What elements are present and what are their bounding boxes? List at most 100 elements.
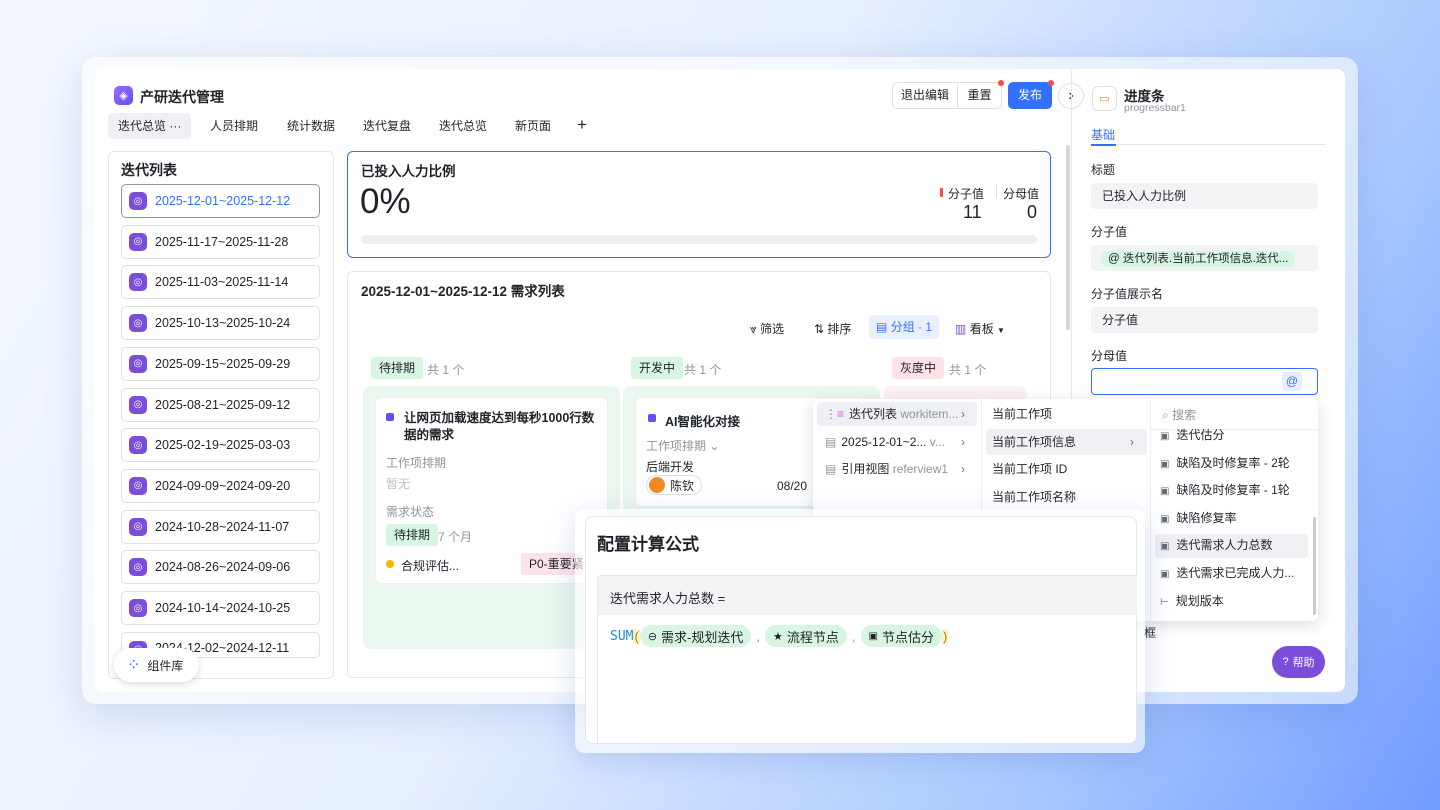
formula-dialog-title: 配置计算公式 bbox=[597, 535, 699, 554]
requirement-type-icon bbox=[386, 413, 394, 421]
number-icon: ▣ bbox=[868, 630, 878, 642]
number-field-icon: ▣ bbox=[1160, 569, 1170, 580]
publish-button[interactable]: 发布 bbox=[1008, 82, 1052, 109]
number-field-icon: ▣ bbox=[1160, 541, 1170, 553]
assignee-name: 陈钦 bbox=[670, 478, 695, 493]
iteration-icon: ◎ bbox=[129, 192, 147, 210]
formula-expression: SUM ( ⊖ 需求-规划迭代 , ★ 流程节点 , ▣ 节点估分 ) bbox=[610, 625, 949, 647]
iteration-item[interactable]: ◎ 2025-11-17~2025-11-28 bbox=[121, 224, 320, 259]
variable-field-item[interactable]: 当前工作项 ID bbox=[992, 456, 1142, 482]
value-label: 迭代需求已完成人力... bbox=[1176, 566, 1295, 580]
insert-variable-at-icon[interactable]: @ bbox=[1282, 372, 1302, 391]
search-placeholder: 搜索 bbox=[1172, 408, 1197, 422]
variable-field-item[interactable]: 当前工作项 bbox=[992, 401, 1142, 427]
search-icon: ⌕ bbox=[1162, 408, 1169, 422]
iteration-icon: ◎ bbox=[129, 354, 147, 373]
duration-text: 7 个月 bbox=[438, 530, 473, 544]
iteration-icon: ◎ bbox=[129, 517, 147, 536]
help-button[interactable]: ? 帮助 bbox=[1272, 646, 1325, 678]
variable-source-item[interactable]: ⋮≡ 迭代列表 workitem... › bbox=[825, 401, 973, 427]
divider bbox=[996, 185, 997, 198]
kanban-view-button[interactable]: ▥ 看板 ▼ bbox=[955, 320, 1005, 337]
iteration-icon: ◎ bbox=[129, 273, 147, 292]
iteration-item[interactable]: ◎ 2025-02-19~2025-03-03 bbox=[121, 428, 320, 463]
numerator-label: 分子值 bbox=[948, 187, 985, 201]
variable-value-item[interactable]: ▣ 缺陷修复率 bbox=[1160, 505, 1308, 531]
field-label: 当前工作项 bbox=[992, 407, 1053, 421]
function-name: SUM bbox=[610, 628, 634, 644]
schedule-label-text: 工作项排期 bbox=[646, 439, 707, 453]
value-label: 缺陷及时修复率 - 2轮 bbox=[1176, 455, 1290, 470]
reset-unsaved-dot bbox=[998, 80, 1004, 86]
numerator-field[interactable]: @ 迭代列表.当前工作项信息.迭代... bbox=[1091, 245, 1318, 271]
more-icon[interactable]: ··· bbox=[169, 119, 181, 133]
iteration-item[interactable]: ◎ 2024-08-26~2024-09-06 bbox=[121, 550, 320, 585]
tab-basic[interactable]: 基础 bbox=[1091, 126, 1115, 143]
column-count-pending: 共 1 个 bbox=[427, 363, 465, 377]
search-box[interactable]: ⌕ 搜索 bbox=[1162, 406, 1196, 423]
variable-value-item[interactable]: ⊢ 规划版本 bbox=[1160, 588, 1308, 614]
iteration-item[interactable]: ◎ 2025-08-21~2025-09-12 bbox=[121, 387, 320, 422]
column-count-developing: 共 1 个 bbox=[684, 363, 722, 377]
iteration-label: 2025-08-21~2025-09-12 bbox=[155, 397, 291, 412]
tab-indicator bbox=[1091, 144, 1116, 146]
variable-source-item[interactable]: ▤ 引用视图 referview1 › bbox=[825, 456, 973, 482]
formula-arg-chip[interactable]: ▣ 节点估分 bbox=[860, 625, 942, 647]
formula-arg-chip[interactable]: ★ 流程节点 bbox=[765, 625, 847, 647]
filter-label: 筛选 bbox=[760, 322, 785, 336]
denominator-field-label: 分母值 bbox=[1091, 349, 1128, 363]
tab-iteration-review[interactable]: 迭代复盘 bbox=[353, 113, 421, 139]
tab-statistics[interactable]: 统计数据 bbox=[277, 113, 345, 139]
sort-icon: ⇅ bbox=[814, 322, 825, 336]
group-button[interactable]: ▤ 分组 · 1 bbox=[869, 315, 940, 339]
column-status-grayscale: 灰度中 bbox=[892, 357, 945, 379]
iteration-item[interactable]: ◎ 2025-10-13~2025-10-24 bbox=[121, 306, 320, 341]
tab-iteration-overview-2[interactable]: 迭代总览 bbox=[429, 113, 497, 139]
variable-value-item[interactable]: ▣ 迭代需求人力总数 bbox=[1160, 532, 1308, 558]
iteration-item[interactable]: ◎ 2025-11-03~2025-11-14 bbox=[121, 265, 320, 300]
iteration-item[interactable]: ◎ 2024-10-14~2024-10-25 bbox=[121, 591, 320, 625]
variable-value-item[interactable]: ▣ 迭代估分 bbox=[1160, 422, 1308, 448]
progress-track bbox=[361, 235, 1037, 244]
filter-button[interactable]: ⩔ 筛选 bbox=[750, 320, 784, 337]
menu-divider bbox=[1150, 399, 1151, 621]
tag-dot bbox=[386, 560, 394, 568]
variable-value-item[interactable]: ▣ 缺陷及时修复率 - 1轮 bbox=[1160, 477, 1308, 503]
assignee-chip[interactable]: 陈钦 bbox=[646, 475, 703, 495]
iteration-icon: ◎ bbox=[129, 232, 147, 251]
iteration-item[interactable]: ◎ 2024-09-09~2024-09-20 bbox=[121, 468, 320, 503]
requirement-type-icon bbox=[648, 414, 656, 422]
variable-value-item[interactable]: ▣ 迭代需求已完成人力... bbox=[1160, 560, 1308, 586]
iteration-item[interactable]: ◎ 2025-09-15~2025-09-29 bbox=[121, 346, 320, 381]
tab-staff-schedule[interactable]: 人员排期 bbox=[200, 113, 268, 139]
number-field-icon: ▣ bbox=[1160, 486, 1170, 498]
at-icon: @ bbox=[1108, 253, 1120, 265]
variable-value-item[interactable]: ▣ 缺陷及时修复率 - 2轮 bbox=[1160, 450, 1308, 476]
numerator-display-field[interactable]: 分子值 bbox=[1091, 307, 1318, 333]
variable-field-item[interactable]: 当前工作项名称 bbox=[992, 484, 1142, 510]
formula-lhs: 迭代需求人力总数 = bbox=[610, 591, 726, 606]
variable-source-item[interactable]: ▤ 2025-12-01~2... v... › bbox=[825, 429, 973, 455]
formula-separator: , bbox=[756, 628, 761, 644]
component-library-button[interactable]: ⁘ 组件库 bbox=[114, 648, 199, 682]
tab-new-page[interactable]: 新页面 bbox=[505, 113, 561, 139]
reset-button[interactable]: 重置 bbox=[957, 82, 1002, 109]
variable-field-item[interactable]: 当前工作项信息 › bbox=[992, 429, 1142, 455]
numerator-display-label: 分子值展示名 bbox=[1091, 287, 1164, 301]
column-count-grayscale: 共 1 个 bbox=[949, 363, 987, 377]
sort-button[interactable]: ⇅ 排序 bbox=[814, 320, 851, 337]
menu-scrollbar[interactable] bbox=[1313, 517, 1316, 615]
add-tab-icon[interactable]: + bbox=[577, 115, 587, 135]
title-field[interactable]: 已投入人力比例 bbox=[1091, 183, 1318, 209]
column-status-developing: 开发中 bbox=[631, 357, 684, 379]
tab-iteration-overview[interactable]: 迭代总览 ··· bbox=[108, 113, 192, 139]
iteration-label: 2024-10-14~2024-10-25 bbox=[155, 601, 291, 615]
scrollbar[interactable] bbox=[1066, 145, 1070, 330]
formula-arg-chip[interactable]: ⊖ 需求-规划迭代 bbox=[639, 625, 752, 647]
chevron-right-icon: › bbox=[961, 462, 965, 476]
status-label: 需求状态 bbox=[386, 505, 435, 519]
chevron-right-icon: › bbox=[961, 434, 965, 449]
exit-edit-button[interactable]: 退出编辑 bbox=[892, 82, 958, 109]
iteration-item[interactable]: ◎ 2024-10-28~2024-11-07 bbox=[121, 509, 320, 544]
iteration-item[interactable]: ◎ 2025-12-01~2025-12-12 bbox=[121, 184, 320, 218]
